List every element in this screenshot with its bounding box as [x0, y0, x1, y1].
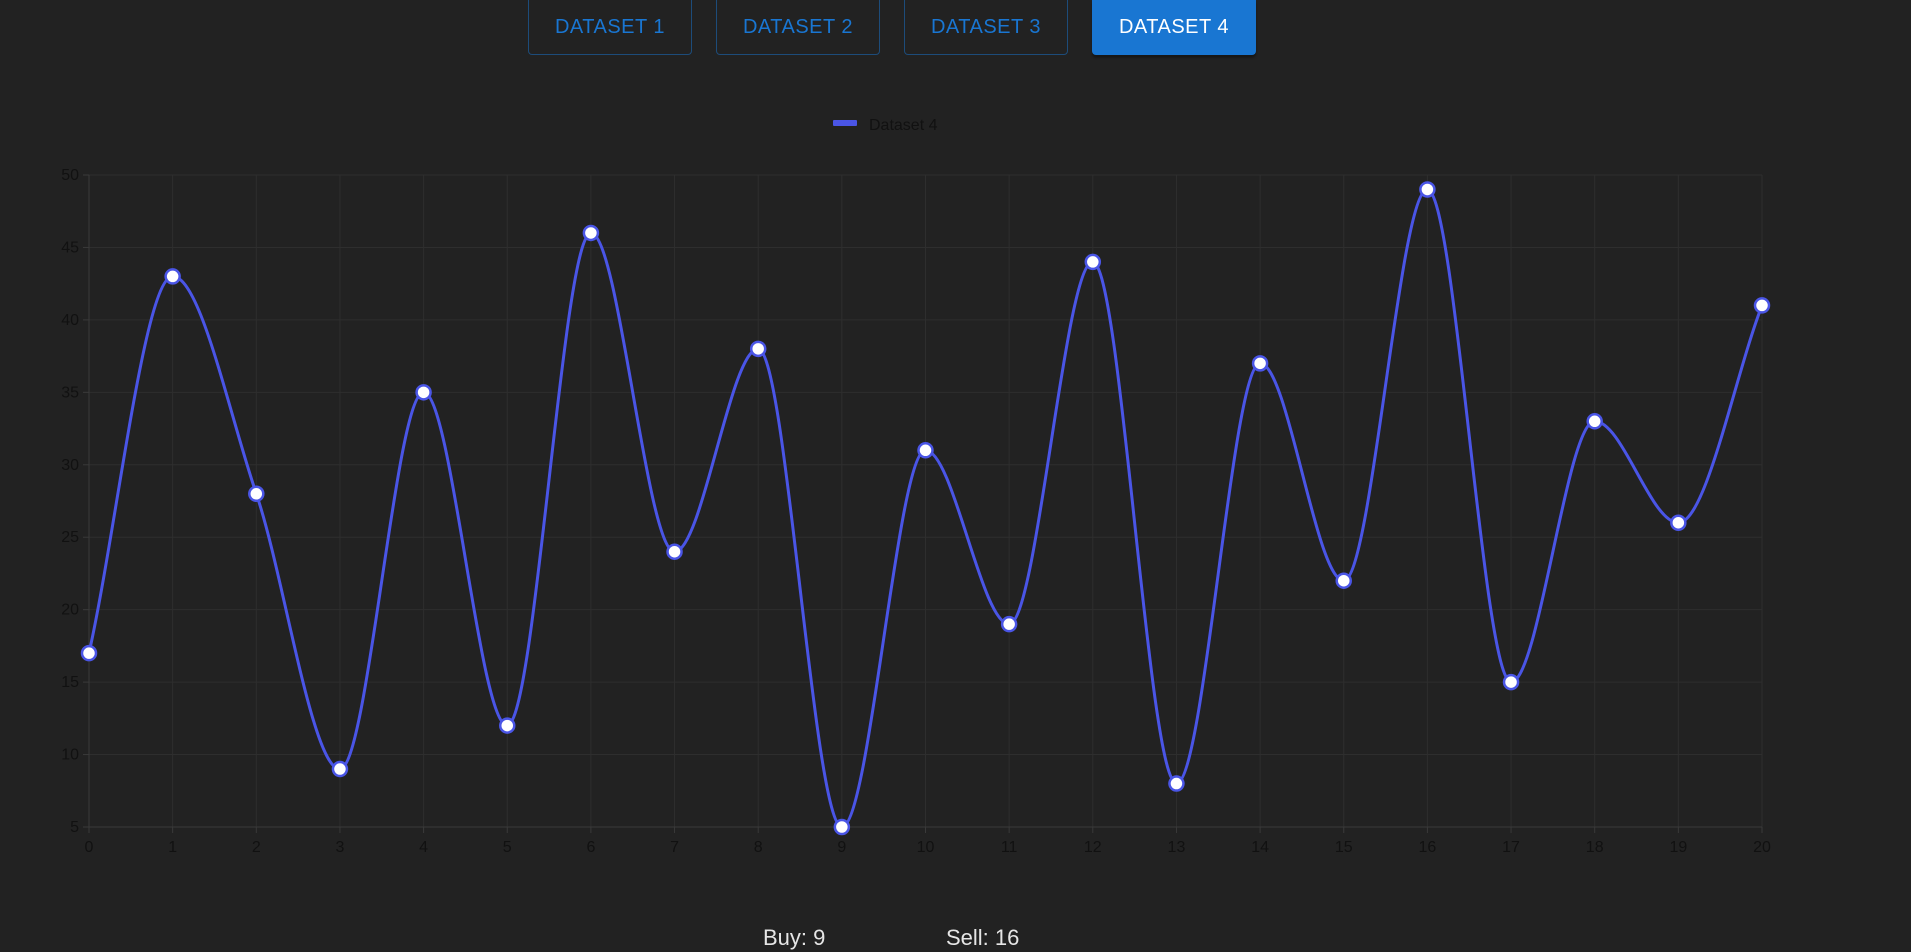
x-tick-label: 2 — [252, 839, 261, 856]
x-tick-label: 3 — [335, 839, 344, 856]
sell-count: Sell: 16 — [946, 925, 1020, 950]
legend-label: Dataset 4 — [869, 117, 938, 134]
line-chart: 51015202530354045500 1 2 3 4 5 6 7 8 9 10 11 12 13 14 1… — [61, 117, 1771, 856]
data-point[interactable] — [1586, 413, 1603, 430]
data-point[interactable] — [1670, 514, 1687, 531]
data-point[interactable] — [1084, 253, 1102, 271]
x-tick-label: 14 — [1251, 839, 1269, 856]
y-tick-label: 35 — [61, 384, 79, 401]
data-point[interactable] — [499, 717, 516, 734]
data-point[interactable] — [164, 268, 181, 285]
data-point[interactable] — [1419, 181, 1436, 198]
data-point[interactable] — [415, 384, 432, 401]
data-point[interactable] — [331, 760, 349, 778]
x-tick-label: 11 — [1001, 839, 1018, 856]
legend-swatch — [833, 120, 857, 126]
data-point[interactable] — [1000, 615, 1018, 633]
x-tick-label: 12 — [1084, 839, 1102, 856]
data-point[interactable] — [248, 485, 265, 503]
data-point[interactable] — [917, 442, 934, 459]
y-tick-label: 5 — [70, 819, 79, 836]
data-point[interactable] — [80, 644, 98, 662]
x-tick-label: 4 — [419, 839, 428, 856]
x-tick-label: 20 — [1753, 839, 1771, 856]
data-point[interactable] — [1251, 355, 1269, 372]
y-tick-label: 45 — [61, 239, 79, 256]
y-tick-label: 40 — [61, 312, 79, 329]
data-point[interactable] — [1753, 297, 1771, 314]
x-tick-label: 13 — [1168, 839, 1186, 856]
x-tick-label: 0 — [85, 839, 94, 856]
x-tick-label: 5 — [503, 839, 512, 856]
chart-legend[interactable]: Dataset 4 — [833, 117, 938, 134]
x-tick-label: 18 — [1586, 839, 1604, 856]
y-tick-label: 25 — [61, 529, 79, 546]
data-point[interactable] — [1168, 775, 1185, 792]
x-tick-label: 16 — [1419, 839, 1437, 856]
y-tick-label: 20 — [61, 602, 79, 619]
y-tick-label: 15 — [61, 674, 79, 691]
chart-grid — [88, 174, 1763, 828]
x-tick-label: 7 — [670, 839, 679, 856]
x-tick-label: 9 — [837, 839, 846, 856]
y-tick-label: 50 — [61, 167, 79, 184]
data-point[interactable] — [666, 543, 683, 560]
x-tick-label: 6 — [586, 839, 595, 856]
x-tick-label: 1 — [168, 839, 177, 856]
x-tick-label: 17 — [1502, 839, 1520, 856]
data-point[interactable] — [582, 224, 600, 242]
buy-count: Buy: 9 — [763, 925, 826, 950]
y-tick-label: 30 — [61, 457, 79, 474]
data-point[interactable] — [1502, 673, 1520, 691]
data-point[interactable] — [833, 818, 851, 836]
y-tick-label: 10 — [61, 747, 79, 764]
x-tick-label: 10 — [917, 839, 935, 856]
x-tick-label: 15 — [1335, 839, 1353, 856]
chart-axes: 51015202530354045500 1 2 3 4 5 6 7 8 9 10 11 12 13 14 1… — [61, 167, 1771, 856]
x-tick-label: 19 — [1669, 839, 1687, 856]
data-point[interactable] — [1335, 572, 1352, 589]
x-tick-label: 8 — [754, 839, 763, 856]
data-point[interactable] — [749, 340, 767, 358]
